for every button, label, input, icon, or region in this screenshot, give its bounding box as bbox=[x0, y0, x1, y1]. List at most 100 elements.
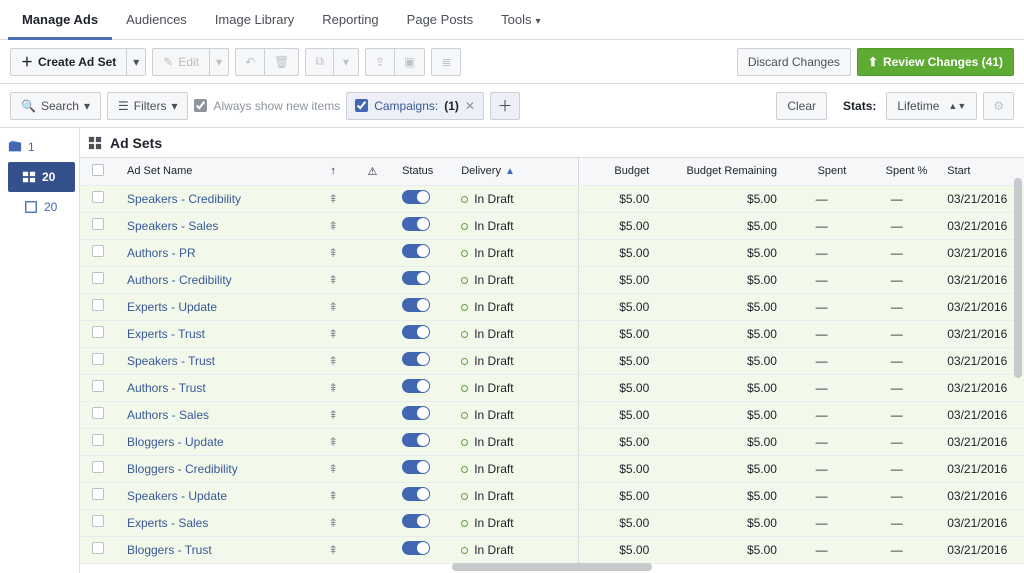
status-toggle[interactable] bbox=[402, 298, 430, 312]
status-toggle[interactable] bbox=[402, 460, 430, 474]
col-budget[interactable]: Budget bbox=[578, 158, 659, 185]
always-show-new-items[interactable]: Always show new items bbox=[194, 99, 340, 113]
vertical-scrollbar[interactable] bbox=[1014, 178, 1022, 378]
table-container[interactable]: Ad Set Name ↑ ⚠ Status Delivery▲ Budget … bbox=[80, 158, 1024, 573]
table-row[interactable]: Speakers - Credibility⇞In Draft$5.00$5.0… bbox=[80, 185, 1024, 212]
ad-set-name-link[interactable]: Speakers - Update bbox=[127, 489, 227, 503]
col-delivery[interactable]: Delivery▲ bbox=[451, 158, 578, 185]
row-checkbox[interactable] bbox=[92, 407, 104, 419]
table-row[interactable]: Speakers - Sales⇞In Draft$5.00$5.00——03/… bbox=[80, 212, 1024, 239]
ad-set-name-link[interactable]: Speakers - Trust bbox=[127, 354, 215, 368]
table-row[interactable]: Bloggers - Trust⇞In Draft$5.00$5.00——03/… bbox=[80, 536, 1024, 563]
col-errors[interactable]: ⚠ bbox=[353, 158, 392, 185]
row-checkbox[interactable] bbox=[92, 218, 104, 230]
review-changes-button[interactable]: ⬆Review Changes (41) bbox=[857, 48, 1014, 76]
table-row[interactable]: Bloggers - Credibility⇞In Draft$5.00$5.0… bbox=[80, 455, 1024, 482]
col-spent-pct[interactable]: Spent % bbox=[856, 158, 937, 185]
delete-button[interactable]: 🗑 bbox=[264, 48, 299, 76]
tree-ad-sets[interactable]: 20 bbox=[8, 162, 75, 192]
ad-set-name-link[interactable]: Bloggers - Trust bbox=[127, 543, 212, 557]
table-row[interactable]: Experts - Sales⇞In Draft$5.00$5.00——03/2… bbox=[80, 509, 1024, 536]
status-toggle[interactable] bbox=[402, 271, 430, 285]
ad-set-name-link[interactable]: Authors - Sales bbox=[127, 408, 209, 422]
status-toggle[interactable] bbox=[402, 487, 430, 501]
campaigns-chip-checkbox[interactable] bbox=[355, 99, 368, 112]
ad-set-name-link[interactable]: Experts - Sales bbox=[127, 516, 208, 530]
status-toggle[interactable] bbox=[402, 244, 430, 258]
row-checkbox[interactable] bbox=[92, 353, 104, 365]
ad-set-name-link[interactable]: Speakers - Credibility bbox=[127, 192, 241, 206]
table-row[interactable]: Authors - Sales⇞In Draft$5.00$5.00——03/2… bbox=[80, 401, 1024, 428]
edit-button[interactable]: ✎Edit bbox=[152, 48, 209, 76]
col-start[interactable]: Start bbox=[937, 158, 1024, 185]
row-checkbox[interactable] bbox=[92, 515, 104, 527]
ad-set-name-link[interactable]: Authors - Credibility bbox=[127, 273, 232, 287]
stats-range-button[interactable]: Lifetime▲▼ bbox=[886, 92, 977, 120]
undo-button[interactable]: ↶ bbox=[235, 48, 264, 76]
row-checkbox[interactable] bbox=[92, 191, 104, 203]
row-checkbox[interactable] bbox=[92, 542, 104, 554]
col-spent[interactable]: Spent bbox=[787, 158, 856, 185]
table-row[interactable]: Authors - PR⇞In Draft$5.00$5.00——03/21/2… bbox=[80, 239, 1024, 266]
table-row[interactable]: Bloggers - Update⇞In Draft$5.00$5.00——03… bbox=[80, 428, 1024, 455]
horizontal-scrollbar[interactable] bbox=[452, 563, 652, 571]
ad-set-name-link[interactable]: Experts - Update bbox=[127, 300, 217, 314]
col-sort-up[interactable]: ↑ bbox=[313, 158, 352, 185]
tab-audiences[interactable]: Audiences bbox=[112, 0, 201, 40]
status-toggle[interactable] bbox=[402, 379, 430, 393]
row-checkbox[interactable] bbox=[92, 272, 104, 284]
ad-set-name-link[interactable]: Bloggers - Update bbox=[127, 435, 224, 449]
tab-image-library[interactable]: Image Library bbox=[201, 0, 308, 40]
status-toggle[interactable] bbox=[402, 325, 430, 339]
table-row[interactable]: Authors - Credibility⇞In Draft$5.00$5.00… bbox=[80, 266, 1024, 293]
filters-button[interactable]: ☰Filters▾ bbox=[107, 92, 188, 120]
row-checkbox[interactable] bbox=[92, 299, 104, 311]
ad-set-name-link[interactable]: Authors - Trust bbox=[127, 381, 206, 395]
report-button[interactable]: ≣ bbox=[431, 48, 461, 76]
row-checkbox[interactable] bbox=[92, 461, 104, 473]
table-row[interactable]: Authors - Trust⇞In Draft$5.00$5.00——03/2… bbox=[80, 374, 1024, 401]
always-show-checkbox[interactable] bbox=[194, 99, 207, 112]
select-all-checkbox[interactable] bbox=[92, 164, 104, 176]
status-toggle[interactable] bbox=[402, 433, 430, 447]
export-button[interactable]: ⇪ bbox=[365, 48, 394, 76]
row-checkbox[interactable] bbox=[92, 245, 104, 257]
col-budget-remaining[interactable]: Budget Remaining bbox=[659, 158, 787, 185]
duplicate-dropdown[interactable]: ▾ bbox=[333, 48, 359, 76]
tree-ads[interactable]: 20 bbox=[0, 192, 79, 222]
row-checkbox[interactable] bbox=[92, 326, 104, 338]
tab-manage-ads[interactable]: Manage Ads bbox=[8, 0, 112, 40]
discard-changes-button[interactable]: Discard Changes bbox=[737, 48, 851, 76]
table-row[interactable]: Speakers - Trust⇞In Draft$5.00$5.00——03/… bbox=[80, 347, 1024, 374]
row-checkbox[interactable] bbox=[92, 380, 104, 392]
row-checkbox[interactable] bbox=[92, 488, 104, 500]
tree-campaigns[interactable]: 1 bbox=[0, 132, 79, 162]
table-row[interactable]: Speakers - Update⇞In Draft$5.00$5.00——03… bbox=[80, 482, 1024, 509]
ad-set-name-link[interactable]: Authors - PR bbox=[127, 246, 196, 260]
ad-set-name-link[interactable]: Bloggers - Credibility bbox=[127, 462, 238, 476]
col-status[interactable]: Status bbox=[392, 158, 451, 185]
col-name[interactable]: Ad Set Name bbox=[117, 158, 313, 185]
tab-tools[interactable]: Tools▾ bbox=[487, 0, 554, 40]
add-filter-chip[interactable]: ＋ bbox=[490, 92, 520, 120]
row-checkbox[interactable] bbox=[92, 434, 104, 446]
campaigns-filter-chip[interactable]: Campaigns: (1) ✕ bbox=[346, 92, 484, 120]
ad-set-name-link[interactable]: Experts - Trust bbox=[127, 327, 205, 341]
create-ad-set-dropdown[interactable]: ▾ bbox=[126, 48, 146, 76]
status-toggle[interactable] bbox=[402, 541, 430, 555]
ad-set-name-link[interactable]: Speakers - Sales bbox=[127, 219, 218, 233]
clear-filters-button[interactable]: Clear bbox=[776, 92, 827, 120]
create-ad-set-button[interactable]: ＋Create Ad Set bbox=[10, 48, 126, 76]
status-toggle[interactable] bbox=[402, 514, 430, 528]
customize-columns-button[interactable]: ⚙ bbox=[983, 92, 1014, 120]
search-button[interactable]: 🔍Search▾ bbox=[10, 92, 101, 120]
preview-button[interactable]: ▣ bbox=[394, 48, 425, 76]
edit-dropdown[interactable]: ▾ bbox=[209, 48, 229, 76]
duplicate-button[interactable]: ⧉ bbox=[305, 48, 333, 76]
tab-reporting[interactable]: Reporting bbox=[308, 0, 392, 40]
tab-page-posts[interactable]: Page Posts bbox=[393, 0, 488, 40]
status-toggle[interactable] bbox=[402, 217, 430, 231]
table-row[interactable]: Experts - Update⇞In Draft$5.00$5.00——03/… bbox=[80, 293, 1024, 320]
table-row[interactable]: Experts - Trust⇞In Draft$5.00$5.00——03/2… bbox=[80, 320, 1024, 347]
status-toggle[interactable] bbox=[402, 352, 430, 366]
